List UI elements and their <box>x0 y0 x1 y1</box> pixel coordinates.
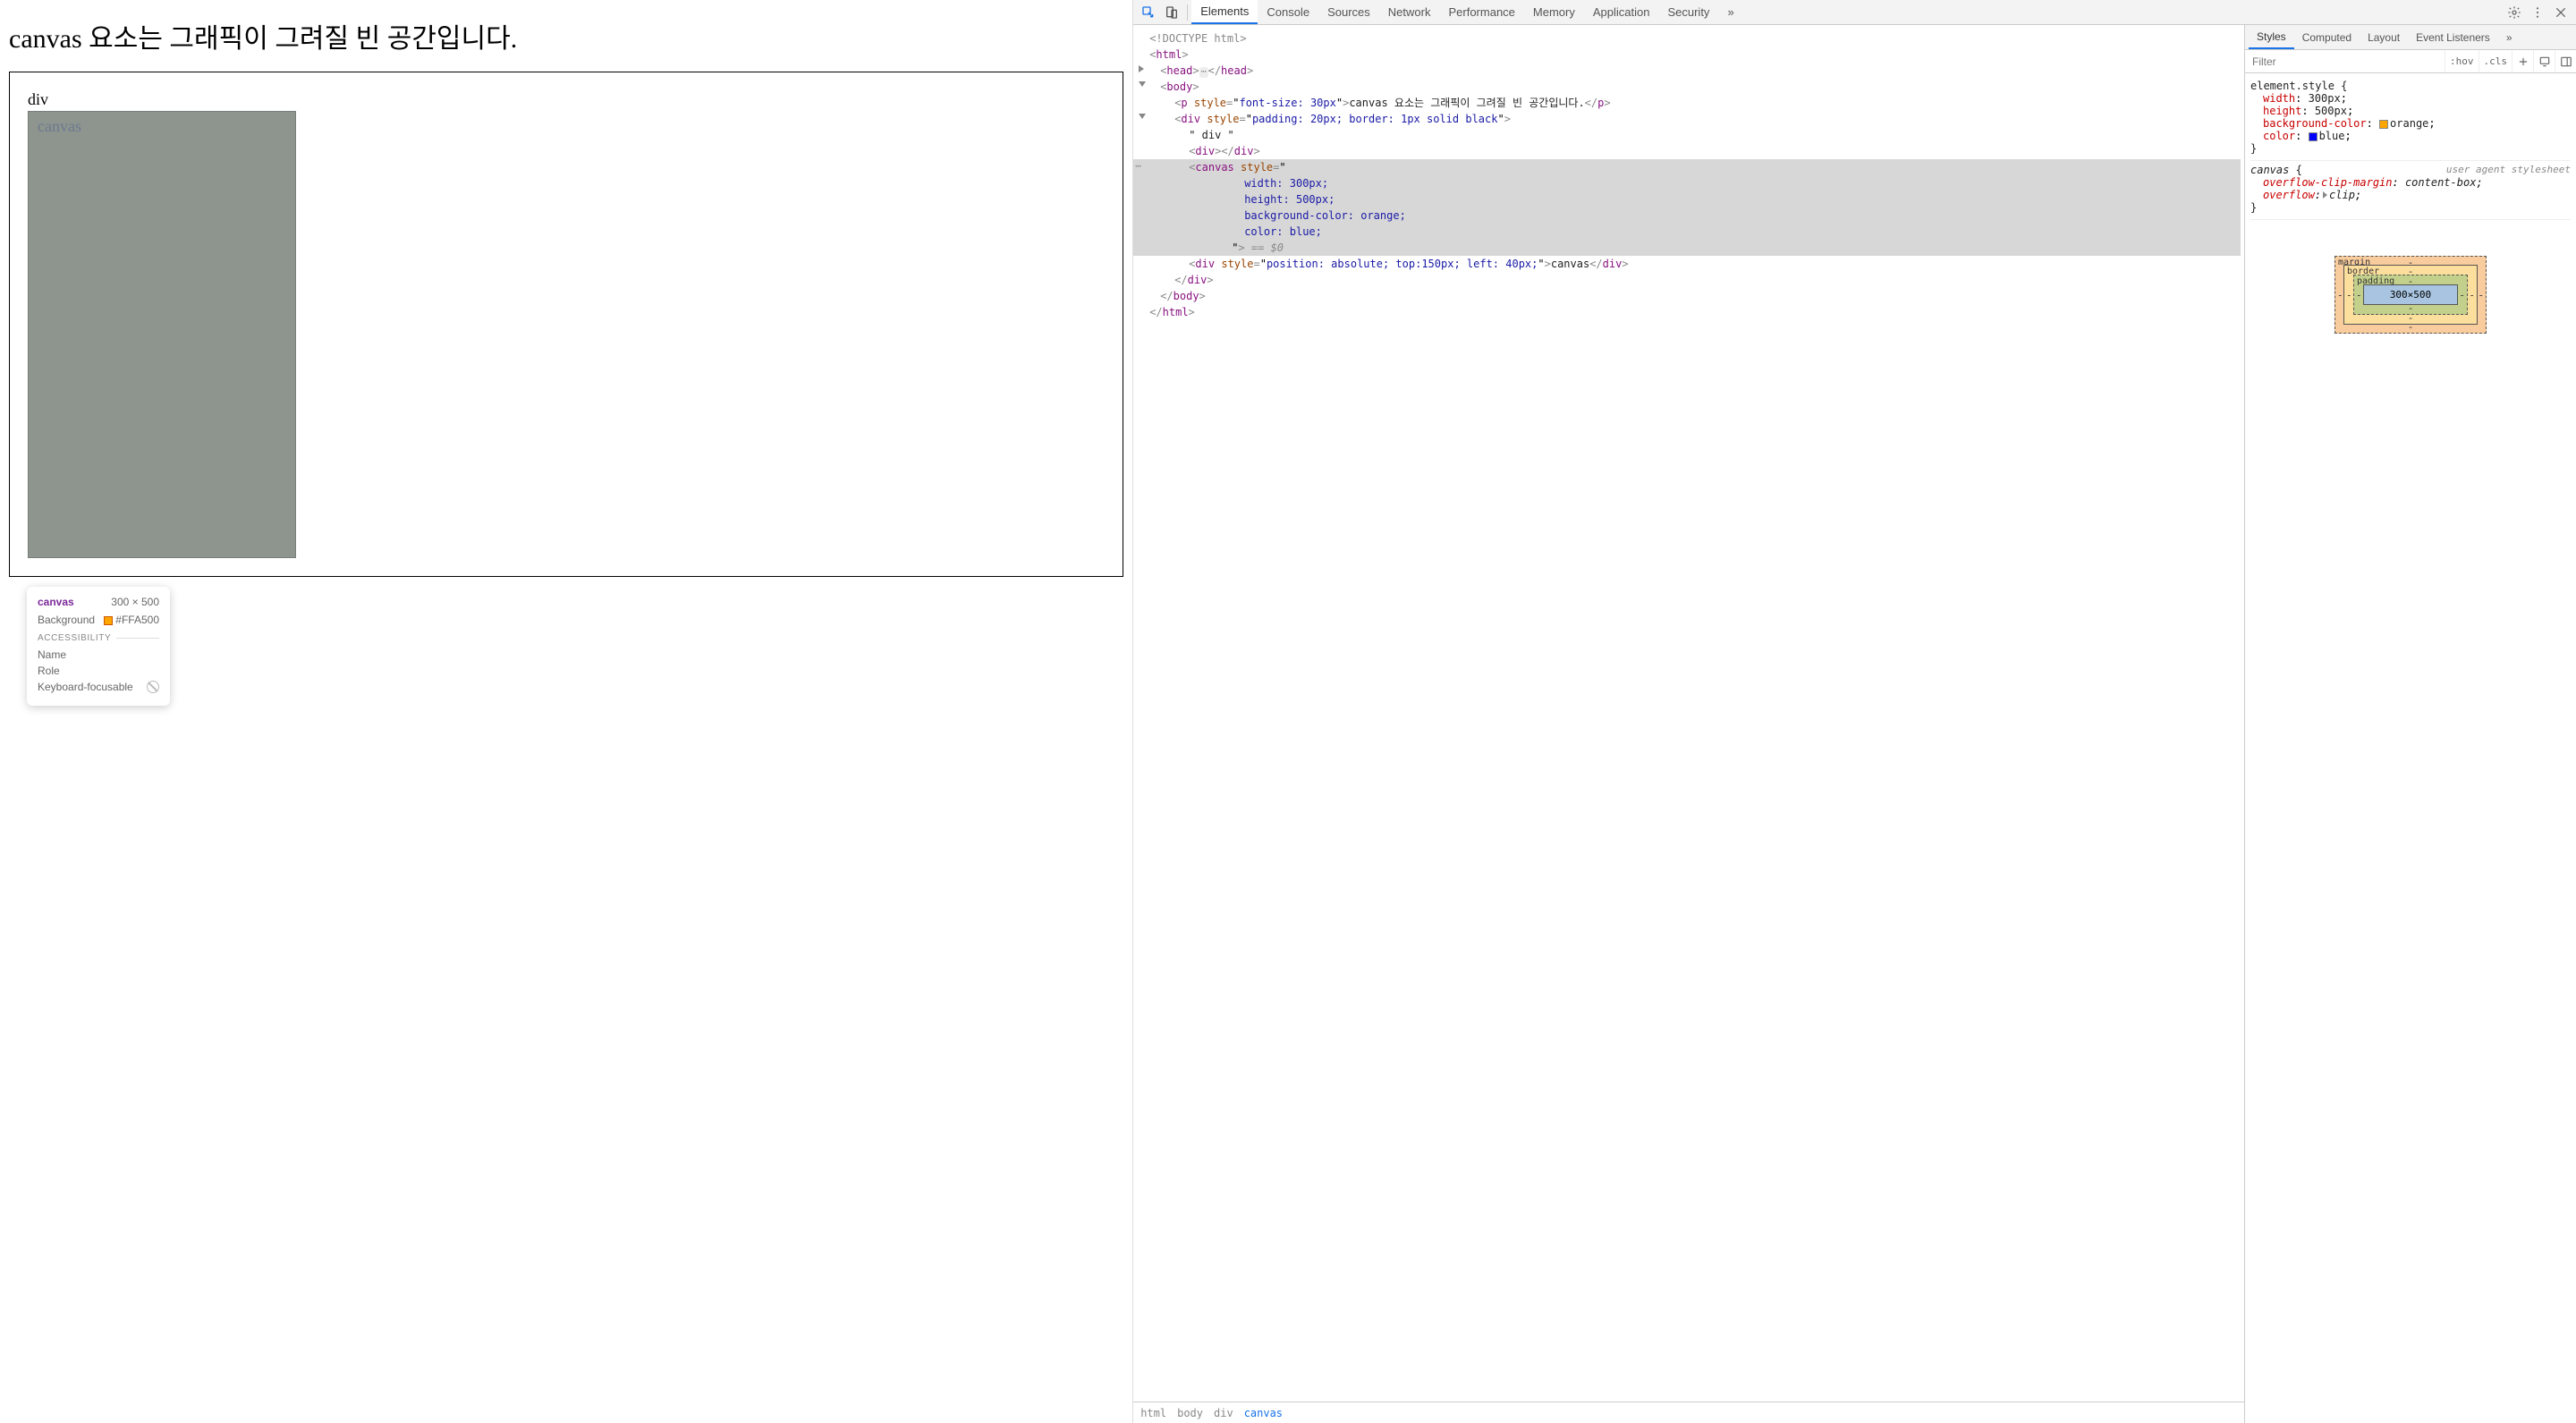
cls-toggle[interactable]: .cls <box>2479 50 2512 72</box>
close-icon[interactable] <box>2549 1 2572 24</box>
swatch-blue-icon[interactable] <box>2309 132 2318 141</box>
separator <box>1187 4 1188 21</box>
style-filter-input[interactable] <box>2245 55 2445 68</box>
tab-console[interactable]: Console <box>1258 0 1318 24</box>
div-label: div <box>28 90 1105 109</box>
device-toggle-icon[interactable] <box>1160 1 1183 24</box>
swatch-orange-icon[interactable] <box>2379 120 2388 129</box>
style-tabs: Styles Computed Layout Event Listeners » <box>2245 25 2576 50</box>
styletab-computed[interactable]: Computed <box>2294 25 2360 49</box>
tooltip-bg-label: Background <box>38 614 95 626</box>
dom-tree[interactable]: <!DOCTYPE html> <html> <head>⋯</head> <b… <box>1133 25 2244 1402</box>
element-inspect-tooltip: canvas 300 × 500 Background #FFA500 ACCE… <box>27 587 170 706</box>
tab-network[interactable]: Network <box>1379 0 1440 24</box>
canvas-overlay-label: canvas <box>38 117 81 136</box>
devtools-tabs: Elements Console Sources Network Perform… <box>1191 0 2503 24</box>
breadcrumb-canvas[interactable]: canvas <box>1244 1407 1283 1419</box>
devtools-toolbar: Elements Console Sources Network Perform… <box>1133 0 2576 25</box>
color-swatch-orange <box>104 616 113 625</box>
devtools-pane: Elements Console Sources Network Perform… <box>1133 0 2576 1423</box>
rendered-page-pane: canvas 요소는 그래픽이 그려질 빈 공간입니다. div canvas … <box>0 0 1133 1423</box>
tab-performance[interactable]: Performance <box>1439 0 1523 24</box>
rule-user-agent: user agent stylesheet canvas { overflow-… <box>2250 161 2571 220</box>
a11y-role-label: Role <box>38 665 60 677</box>
tab-sources[interactable]: Sources <box>1318 0 1379 24</box>
styletab-layout[interactable]: Layout <box>2360 25 2408 49</box>
breadcrumb-html[interactable]: html <box>1140 1407 1166 1419</box>
demo-container: div canvas <box>9 72 1123 577</box>
breadcrumb-body[interactable]: body <box>1177 1407 1203 1419</box>
tooltip-element-name: canvas <box>38 596 74 608</box>
rule-element-style: element.style { width: 300px; height: 50… <box>2250 77 2571 161</box>
box-model: margin - - - - border - - - - padding <box>2250 220 2571 369</box>
styletab-styles[interactable]: Styles <box>2249 25 2294 49</box>
inspect-icon[interactable] <box>1137 1 1160 24</box>
a11y-kbfocus-label: Keyboard-focusable <box>38 681 133 693</box>
toggle-sidebar-icon[interactable] <box>2555 50 2576 72</box>
gear-icon[interactable] <box>2503 1 2526 24</box>
tab-application[interactable]: Application <box>1584 0 1659 24</box>
new-style-rule-icon[interactable] <box>2512 50 2533 72</box>
styletabs-overflow[interactable]: » <box>2498 25 2521 49</box>
tab-elements[interactable]: Elements <box>1191 0 1258 24</box>
accessibility-header: ACCESSIBILITY <box>38 633 159 643</box>
device-mode-icon[interactable] <box>2533 50 2555 72</box>
expand-icon[interactable] <box>2323 191 2327 199</box>
breadcrumb-div[interactable]: div <box>1214 1407 1233 1419</box>
styles-panel: Styles Computed Layout Event Listeners »… <box>2245 25 2576 1423</box>
style-filter-row: :hov .cls <box>2245 50 2576 73</box>
canvas-element[interactable]: canvas <box>28 111 296 558</box>
breadcrumbs: html body div canvas <box>1133 1402 2244 1423</box>
tab-security[interactable]: Security <box>1658 0 1718 24</box>
doctype: <!DOCTYPE html> <box>1149 32 1246 45</box>
tab-memory[interactable]: Memory <box>1524 0 1584 24</box>
a11y-name-label: Name <box>38 648 66 661</box>
elements-panel: <!DOCTYPE html> <html> <head>⋯</head> <b… <box>1133 25 2245 1423</box>
more-vertical-icon[interactable] <box>2526 1 2549 24</box>
styletab-eventlisteners[interactable]: Event Listeners <box>2408 25 2498 49</box>
not-focusable-icon <box>147 681 159 693</box>
tooltip-bg-value: #FFA500 <box>115 614 159 626</box>
page-heading: canvas 요소는 그래픽이 그려질 빈 공간입니다. <box>9 16 1123 55</box>
hov-toggle[interactable]: :hov <box>2445 50 2479 72</box>
style-rules[interactable]: element.style { width: 300px; height: 50… <box>2245 73 2576 1423</box>
tabs-overflow[interactable]: » <box>1718 0 1742 24</box>
tooltip-dimensions: 300 × 500 <box>111 596 159 608</box>
